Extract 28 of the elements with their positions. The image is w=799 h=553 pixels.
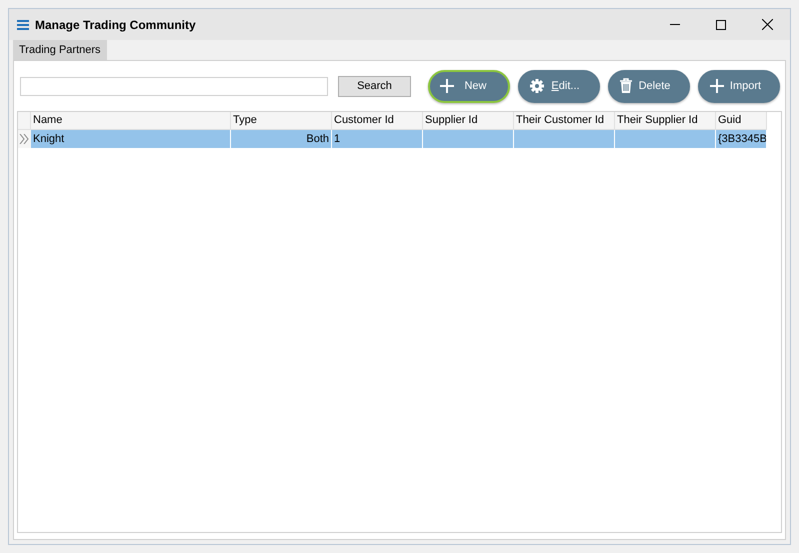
tab[interactable]: Trading Partners	[13, 40, 107, 60]
action-button[interactable]: New	[428, 70, 510, 102]
action-button[interactable]: Edit...	[518, 70, 600, 102]
trash-icon	[619, 78, 633, 94]
action-button[interactable]: Import	[698, 70, 780, 102]
maximize-icon	[716, 20, 726, 30]
table-cell: 1	[332, 130, 423, 148]
table-cell: Knight	[31, 130, 231, 148]
table-cell: Both	[231, 130, 332, 148]
close-icon	[762, 19, 772, 30]
column-header[interactable]: Guid	[716, 112, 767, 130]
search-field[interactable]	[20, 76, 328, 96]
search-button[interactable]: Search	[338, 76, 411, 96]
menu-icon[interactable]	[17, 20, 29, 30]
current-row-icon	[19, 134, 30, 144]
column-header[interactable]: Supplier Id	[423, 112, 514, 130]
column-header[interactable]: Type	[231, 112, 332, 130]
action-button[interactable]: Delete	[608, 70, 690, 102]
window-title: Manage Trading Community	[35, 16, 196, 34]
column-header[interactable]: Customer Id	[332, 112, 423, 130]
column-header[interactable]: Their Supplier Id	[615, 112, 716, 130]
column-header[interactable]: Their Customer Id	[514, 112, 615, 130]
column-header[interactable]: Name	[31, 112, 231, 130]
table-cell: {3B3345B	[716, 130, 767, 148]
plus-icon	[439, 78, 455, 94]
plus-icon	[709, 78, 725, 94]
minimize-icon	[670, 24, 680, 25]
gear-icon	[529, 78, 545, 94]
